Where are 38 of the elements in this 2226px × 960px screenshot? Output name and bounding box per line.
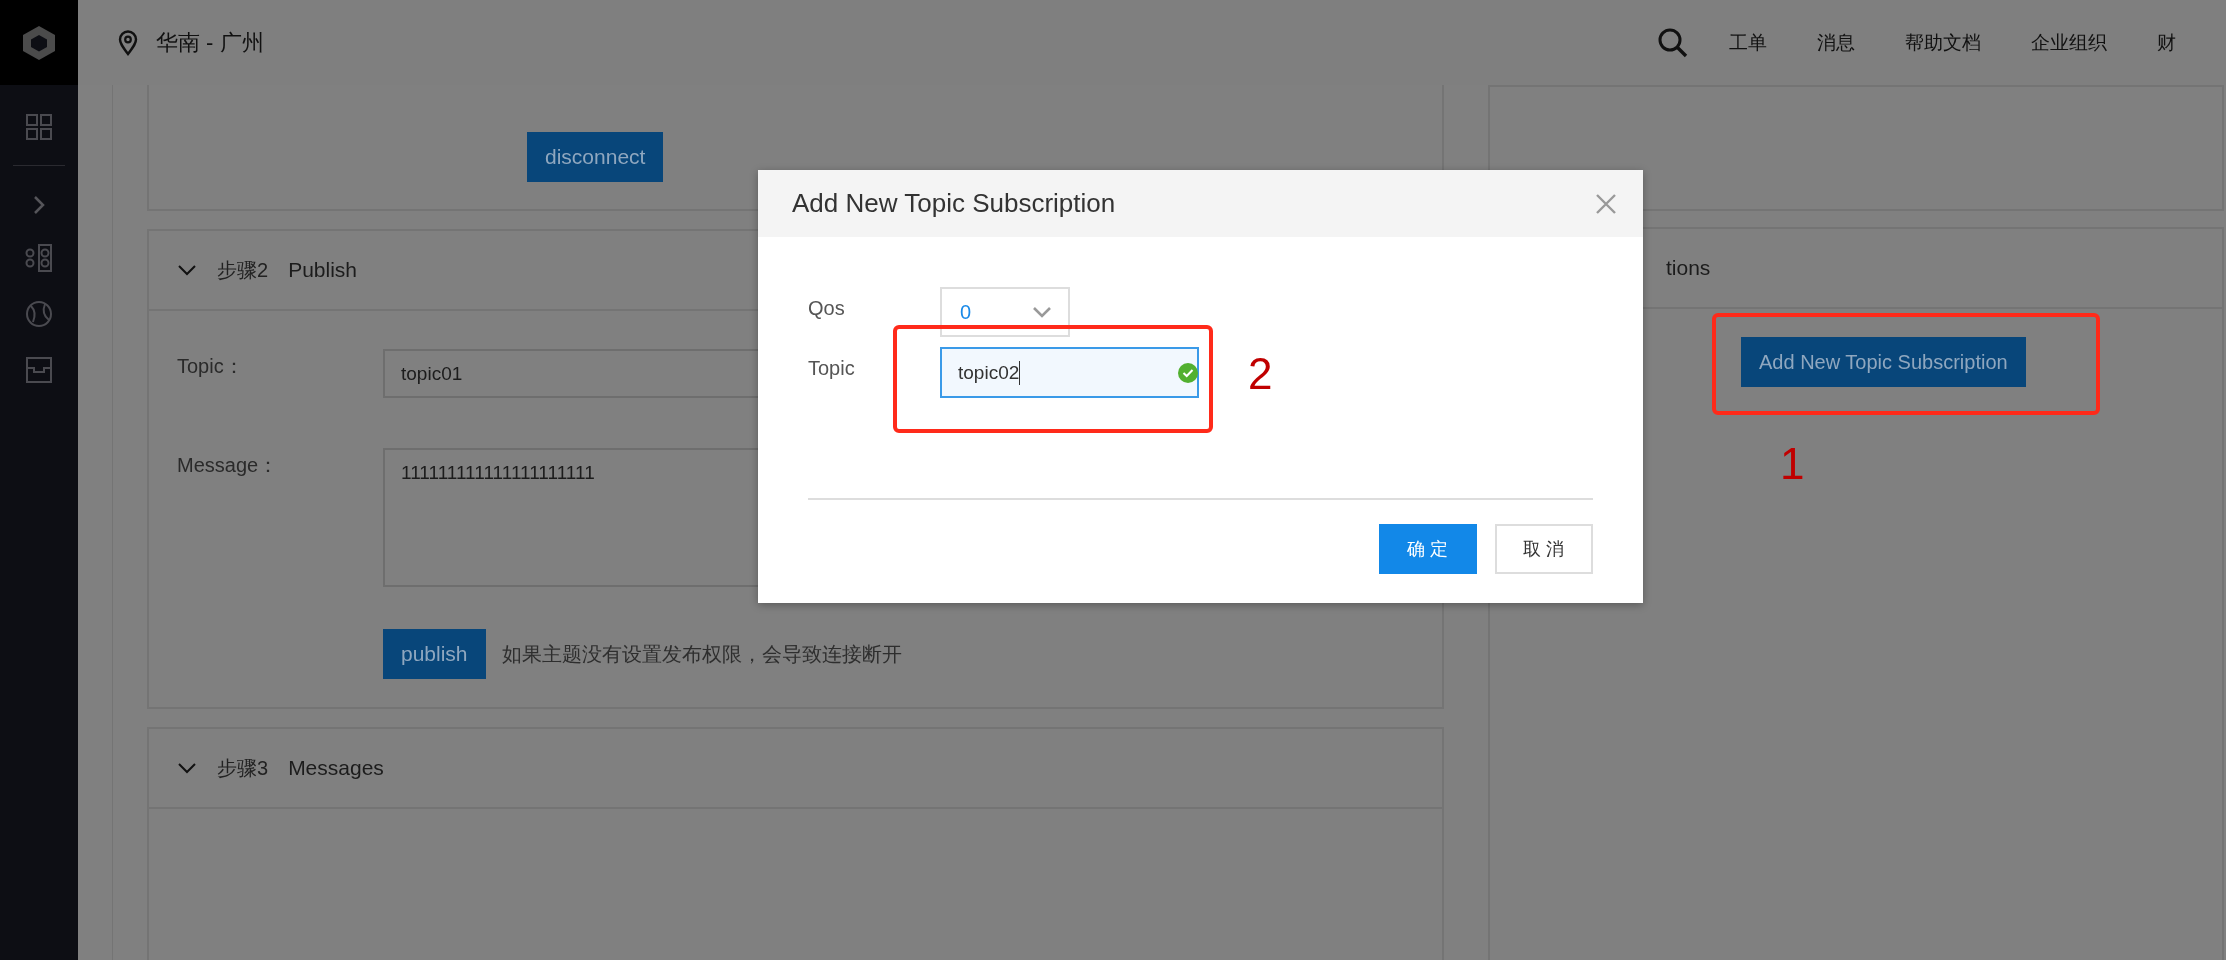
- chevron-right-icon[interactable]: [32, 194, 46, 216]
- caret-icon[interactable]: [1032, 306, 1052, 318]
- chevron-down-icon[interactable]: [177, 263, 197, 277]
- nav-link[interactable]: 企业组织: [2031, 29, 2107, 56]
- add-subscription-button[interactable]: Add New Topic Subscription: [1741, 337, 2026, 387]
- nodes-icon[interactable]: [25, 244, 53, 272]
- step-label: 步骤2: [217, 257, 269, 283]
- step-number: 2: [1248, 352, 1273, 396]
- search-icon[interactable]: [1657, 26, 1689, 59]
- field-label: Topic：: [177, 354, 245, 379]
- location-pin-icon[interactable]: [118, 29, 138, 56]
- grid-icon[interactable]: [25, 113, 53, 141]
- qos-select[interactable]: 0: [940, 287, 1070, 337]
- nav-link[interactable]: 帮助文档: [1905, 29, 1981, 56]
- nav-link[interactable]: 财: [2157, 29, 2176, 56]
- panel-title: tions: [1666, 256, 1711, 280]
- nav-link[interactable]: 工单: [1729, 29, 1767, 56]
- step-label: 步骤3: [217, 755, 269, 781]
- publish-button[interactable]: publish: [383, 629, 486, 679]
- field-label: Topic: [808, 356, 856, 380]
- disconnect-button[interactable]: disconnect: [527, 132, 664, 182]
- hint-text: 如果主题没有设置发布权限，会导致连接断开: [501, 641, 902, 667]
- globe-icon[interactable]: [25, 300, 53, 328]
- dialog-title: Add New Topic Subscription: [792, 188, 1117, 219]
- confirm-button[interactable]: 确 定: [1379, 524, 1477, 574]
- panel-title: Publish: [288, 258, 357, 282]
- panel-title: Messages: [288, 756, 384, 780]
- field-label: Qos: [808, 296, 846, 320]
- logo-icon[interactable]: [0, 0, 78, 85]
- field-label: Message：: [177, 453, 280, 478]
- chevron-down-icon[interactable]: [177, 761, 197, 775]
- nav-link[interactable]: 消息: [1817, 29, 1855, 56]
- cancel-button[interactable]: 取 消: [1495, 524, 1593, 574]
- topic-input-field[interactable]: topic02: [940, 347, 1199, 398]
- close-icon[interactable]: [1595, 192, 1617, 215]
- region-selector[interactable]: 华南 - 广州: [156, 27, 264, 58]
- step-number: 1: [1780, 442, 1805, 486]
- inbox-icon[interactable]: [25, 356, 53, 384]
